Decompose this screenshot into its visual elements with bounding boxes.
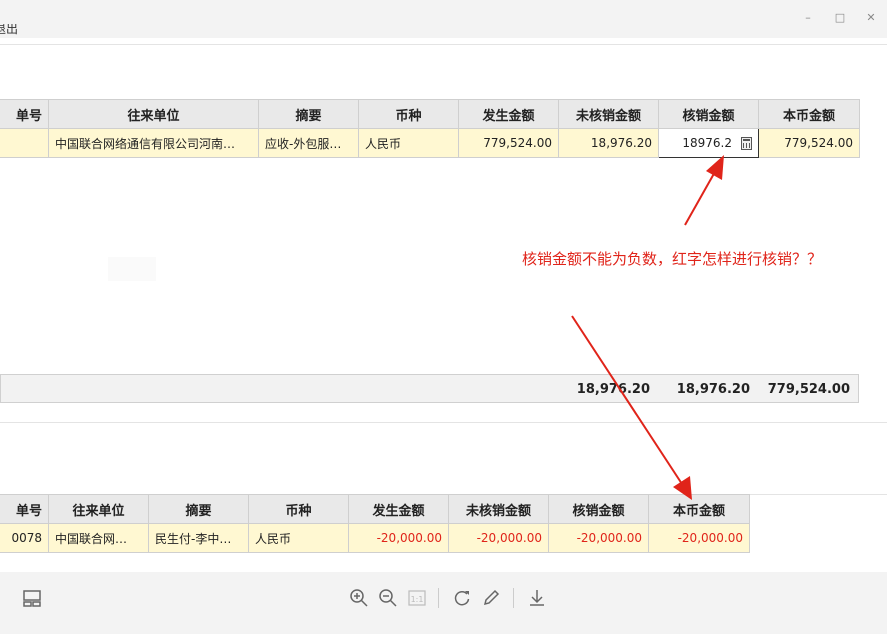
actual-size-icon[interactable]: 1:1 [407,588,427,608]
toolbar-separator [438,588,439,608]
actual-size-label: 1:1 [411,595,424,604]
edit-pen-icon[interactable] [481,588,501,608]
viewer-toolbar [0,572,887,634]
download-icon[interactable] [527,588,547,608]
layout-icon[interactable] [22,588,42,608]
rotate-icon[interactable] [452,588,472,608]
toolbar-separator [513,588,514,608]
arrow-to-verify-input [684,155,724,226]
zoom-in-icon[interactable] [349,588,369,608]
zoom-out-icon[interactable] [378,588,398,608]
annotation-arrows [571,155,724,500]
arrow-to-local-amount [571,315,692,500]
